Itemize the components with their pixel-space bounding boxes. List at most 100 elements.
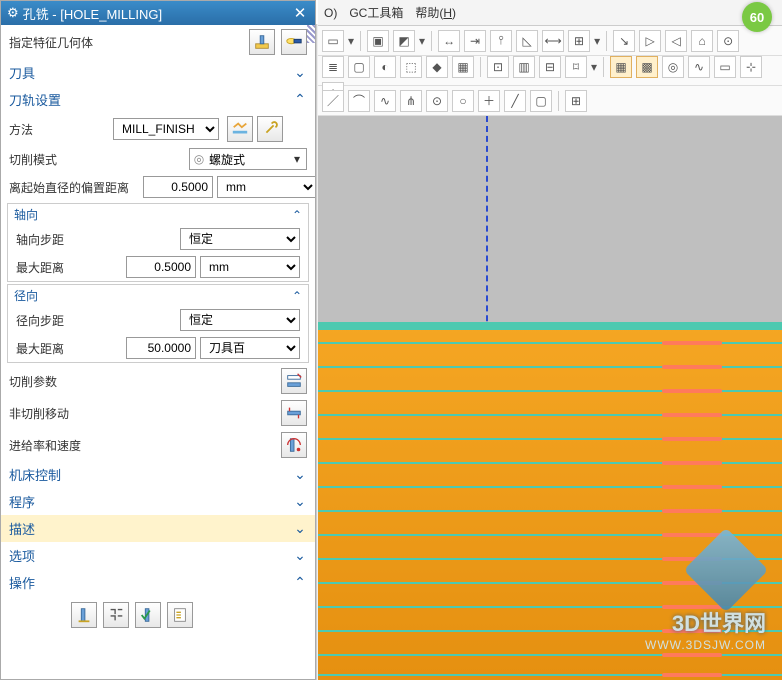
offset-unit-select[interactable]: mm <box>217 176 315 198</box>
geometry-spec-label: 指定特征几何体 <box>9 34 249 51</box>
hole-milling-dialog: ⚙ 孔铣 - [HOLE_MILLING] ✕ 指定特征几何体 刀具 ⌄ 刀轨设… <box>0 0 316 680</box>
tool-snapgrid1-icon[interactable]: ▦ <box>610 56 632 78</box>
radial-max-input[interactable] <box>126 337 196 359</box>
tool-cube2-button[interactable]: ◩ <box>393 30 415 52</box>
section-toolpath[interactable]: 刀轨设置 ⌃ <box>1 86 315 113</box>
method-select[interactable]: MILL_FINISH <box>113 118 219 140</box>
tool-circle-icon[interactable]: ◎ <box>662 56 684 78</box>
radial-step-select[interactable]: 恒定 <box>180 309 300 331</box>
axial-max-unit-select[interactable]: mm <box>200 256 300 278</box>
section-options[interactable]: 选项 ⌄ <box>1 542 315 569</box>
trial-badge: 60 <box>742 2 772 32</box>
feedspeed-button[interactable] <box>281 432 307 458</box>
close-icon[interactable]: ✕ <box>291 4 309 22</box>
workpiece-top-edge <box>318 322 782 330</box>
tool-layers-icon[interactable]: ≣ <box>322 56 344 78</box>
tool-arrow-button[interactable]: ↘ <box>613 30 635 52</box>
tool-corner-button[interactable]: ◺ <box>516 30 538 52</box>
draw-panel-icon[interactable]: ⊞ <box>565 90 587 112</box>
dialog-title: 孔铣 - [HOLE_MILLING] <box>23 4 291 23</box>
tool-home-button[interactable]: ⌂ <box>691 30 713 52</box>
tool-rect-icon[interactable]: ▭ <box>714 56 736 78</box>
tool-snap1-icon[interactable]: ⊡ <box>487 56 509 78</box>
radial-step-label: 径向步距 <box>16 312 94 329</box>
noncut-button[interactable] <box>281 400 307 426</box>
method-wrench-button[interactable] <box>257 116 283 142</box>
workpiece <box>318 322 782 680</box>
draw-fan-icon[interactable]: ⋔ <box>400 90 422 112</box>
cutmode-row: 切削模式 ◎ 螺旋式 ▾ <box>1 145 315 173</box>
menu-item-help[interactable]: 帮助(H) <box>415 4 456 21</box>
section-program[interactable]: 程序 ⌄ <box>1 488 315 515</box>
toolpath-line <box>318 486 782 488</box>
tool-grid-button[interactable]: ⊞ <box>568 30 590 52</box>
axial-step-select[interactable]: 恒定 <box>180 228 300 250</box>
section-description[interactable]: 描述 ⌄ <box>1 515 315 542</box>
chevron-up-icon: ⌃ <box>293 574 307 591</box>
tool-face-icon[interactable]: ◆ <box>426 56 448 78</box>
axial-max-row: 最大距离 mm <box>8 253 308 281</box>
method-row: 方法 MILL_FINISH <box>1 113 315 145</box>
method-edit-button[interactable] <box>227 116 253 142</box>
tool-cube1-button[interactable]: ▣ <box>367 30 389 52</box>
draw-slash-icon[interactable]: ╱ <box>504 90 526 112</box>
chevron-down-icon: ⌄ <box>293 466 307 483</box>
axial-header[interactable]: 轴向 ⌃ <box>8 204 308 225</box>
toolpath-line <box>318 582 782 584</box>
toolpath-line <box>318 342 782 344</box>
toolpath-line <box>318 510 782 512</box>
toolbar-1: ▭▾ ▣ ◩▾ ↔ ⇥ ⫯ ◺ ⟷ ⊞▾ ↘ ▷ ◁ ⌂ ⊙ <box>318 26 782 56</box>
tool-snapgrid2-icon[interactable]: ▩ <box>636 56 658 78</box>
offset-input[interactable] <box>143 176 213 198</box>
tool-mirror-button[interactable]: ▷ <box>639 30 661 52</box>
tool-snap2-icon[interactable]: ▥ <box>513 56 535 78</box>
tool-wire-icon[interactable]: ⬚ <box>400 56 422 78</box>
section-machine[interactable]: 机床控制 ⌄ <box>1 461 315 488</box>
draw-arc-icon[interactable]: ⌒ <box>348 90 370 112</box>
toolpath-line <box>318 674 782 676</box>
tool-dim-button[interactable]: ⟷ <box>542 30 564 52</box>
tool-part-icon[interactable]: ▦ <box>452 56 474 78</box>
tool-box-icon[interactable]: ▢ <box>348 56 370 78</box>
tool-align-button[interactable]: ⇥ <box>464 30 486 52</box>
menu-item-o[interactable]: O) <box>324 6 337 20</box>
draw-spline-icon[interactable]: ∿ <box>374 90 396 112</box>
axial-step-label: 轴向步距 <box>16 231 94 248</box>
dialog-titlebar: ⚙ 孔铣 - [HOLE_MILLING] ✕ <box>1 1 315 25</box>
cutparams-label: 切削参数 <box>9 373 277 390</box>
draw-box-icon[interactable]: ▢ <box>530 90 552 112</box>
tool-snap3-icon[interactable]: ⊟ <box>539 56 561 78</box>
cutparams-button[interactable] <box>281 368 307 394</box>
tool-curve-icon[interactable]: ∿ <box>688 56 710 78</box>
toolpath-line <box>318 462 782 464</box>
tool-layer-button[interactable]: ▭ <box>322 30 344 52</box>
tool-shade-icon[interactable]: ◐ <box>374 56 396 78</box>
op-generate-button[interactable] <box>71 602 97 628</box>
viewport-canvas[interactable]: 3D世界网 WWW.3DSJW.COM <box>318 116 782 680</box>
cutmode-select[interactable]: ◎ 螺旋式 ▾ <box>189 148 307 170</box>
tool-left-button[interactable]: ◁ <box>665 30 687 52</box>
section-tools[interactable]: 刀具 ⌄ <box>1 59 315 86</box>
op-verify-button[interactable] <box>135 602 161 628</box>
axial-max-input[interactable] <box>126 256 196 278</box>
fieldset-radial: 径向 ⌃ 径向步距 恒定 最大距离 刀具百 <box>7 284 309 363</box>
radial-header[interactable]: 径向 ⌃ <box>8 285 308 306</box>
draw-plus-icon[interactable]: ＋ <box>478 90 500 112</box>
draw-circle1-icon[interactable]: ⊙ <box>426 90 448 112</box>
section-operations[interactable]: 操作 ⌃ <box>1 569 315 596</box>
tool-snap4-icon[interactable]: ⌑ <box>565 56 587 78</box>
tool-tree-icon[interactable]: ⊹ <box>740 56 762 78</box>
offset-label: 离起始直径的偏置距离 <box>9 179 139 196</box>
op-replay-button[interactable] <box>103 602 129 628</box>
tool-target-button[interactable]: ⊙ <box>717 30 739 52</box>
flashlight-button[interactable] <box>281 29 307 55</box>
op-list-button[interactable] <box>167 602 193 628</box>
tool-associate-button[interactable]: ⫯ <box>490 30 512 52</box>
radial-max-unit-select[interactable]: 刀具百 <box>200 337 300 359</box>
menu-item-gctoolbox[interactable]: GC工具箱 <box>349 4 403 21</box>
tool-move-button[interactable]: ↔ <box>438 30 460 52</box>
draw-circle2-icon[interactable]: ○ <box>452 90 474 112</box>
draw-line-icon[interactable]: ／ <box>322 90 344 112</box>
noncut-row: 非切削移动 <box>1 397 315 429</box>
select-geometry-button[interactable] <box>249 29 275 55</box>
